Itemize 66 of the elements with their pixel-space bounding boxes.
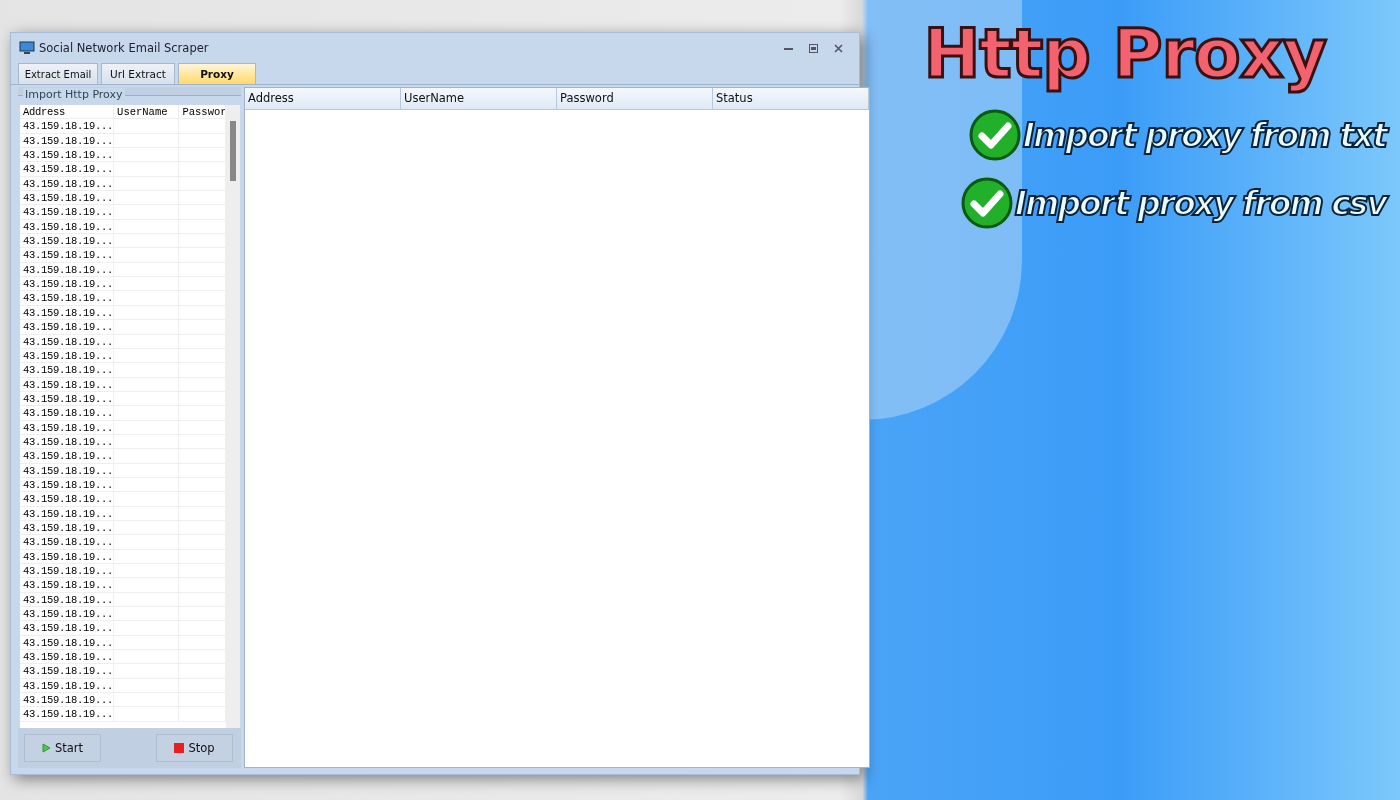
table-cell: 43.159.18.19...: [20, 535, 115, 549]
table-cell: 43.159.18.19...: [20, 664, 115, 678]
tab[interactable]: Extract Email: [18, 63, 98, 84]
stop-button[interactable]: Stop: [156, 734, 233, 762]
table-cell: 43.159.18.19...: [20, 162, 115, 176]
scrollbar[interactable]: [226, 105, 240, 728]
table-cell: 43.159.18.19...: [20, 406, 115, 420]
table-cell: 43.159.18.19...: [20, 277, 115, 291]
table-cell: 43.159.18.19...: [20, 477, 115, 492]
table-cell: 43.159.18.19...: [20, 420, 115, 434]
table-cell: 43.159.18.19...: [20, 391, 115, 406]
feature-text: Import proxy from txt: [1022, 115, 1386, 155]
table-cell: 43.159.18.19...: [20, 291, 115, 305]
table-cell: 43.159.18.19...: [20, 191, 115, 205]
table-cell: 43.159.18.19...: [20, 119, 115, 133]
column-header[interactable]: UserName: [114, 105, 180, 119]
table-cell: 43.159.18.19...: [20, 463, 115, 477]
maximize-icon[interactable]: [809, 43, 818, 53]
table-cell: 43.159.18.19...: [20, 205, 115, 219]
table-cell: 43.159.18.19...: [20, 635, 115, 650]
table-cell: 43.159.18.19...: [20, 262, 115, 277]
table-cell: 43.159.18.19...: [20, 492, 115, 506]
column-header[interactable]: Address: [20, 105, 115, 119]
table-cell: 43.159.18.19...: [20, 650, 115, 664]
table-cell: 43.159.18.19...: [20, 607, 115, 621]
table-cell: 43.159.18.19...: [20, 449, 115, 463]
column-header[interactable]: Address: [245, 88, 401, 109]
table-cell: 43.159.18.19...: [20, 693, 115, 707]
table-cell: 43.159.18.19...: [20, 348, 115, 363]
table-cell: 43.159.18.19...: [20, 248, 115, 262]
table-cell: 43.159.18.19...: [20, 434, 115, 449]
table-cell: 43.159.18.19...: [20, 549, 115, 563]
checkmark-icon: [968, 109, 1021, 161]
table-cell: 43.159.18.19...: [20, 305, 115, 320]
headline: Http Proxy: [923, 14, 1326, 93]
play-icon: [41, 743, 51, 753]
window-title: Social Network Email Scraper: [39, 41, 210, 55]
column-header[interactable]: UserName: [401, 88, 557, 109]
tab[interactable]: Url Extract: [101, 63, 175, 84]
table-cell: 43.159.18.19...: [20, 592, 115, 607]
monitor-icon: [19, 41, 35, 55]
start-button[interactable]: Start: [24, 734, 101, 762]
table-cell: 43.159.18.19...: [20, 334, 115, 348]
group-title: Import Http Proxy: [23, 88, 125, 101]
column-header[interactable]: Status: [713, 88, 869, 109]
feature-text: Import proxy from csv: [1014, 183, 1386, 223]
table-cell: 43.159.18.19...: [20, 564, 115, 578]
table-cell: 43.159.18.19...: [20, 148, 115, 162]
stop-icon: [174, 743, 185, 753]
table-cell: 43.159.18.19...: [20, 520, 115, 535]
table-cell: 43.159.18.19...: [20, 234, 115, 248]
table-cell: 43.159.18.19...: [20, 621, 115, 635]
column-header[interactable]: Password: [557, 88, 713, 109]
tab[interactable]: Proxy: [178, 63, 256, 84]
table-cell: 43.159.18.19...: [20, 707, 115, 721]
table-cell: 43.159.18.19...: [20, 176, 115, 191]
table-cell: 43.159.18.19...: [20, 506, 115, 520]
table-cell: 43.159.18.19...: [20, 678, 115, 693]
table-cell: 43.159.18.19...: [20, 133, 115, 148]
checkmark-icon: [960, 177, 1013, 229]
table-cell: 43.159.18.19...: [20, 377, 115, 391]
table-cell: 43.159.18.19...: [20, 578, 115, 592]
table-cell: 43.159.18.19...: [20, 320, 115, 334]
table-cell: 43.159.18.19...: [20, 363, 115, 377]
table-cell: 43.159.18.19...: [20, 219, 115, 234]
close-icon[interactable]: [834, 43, 843, 53]
